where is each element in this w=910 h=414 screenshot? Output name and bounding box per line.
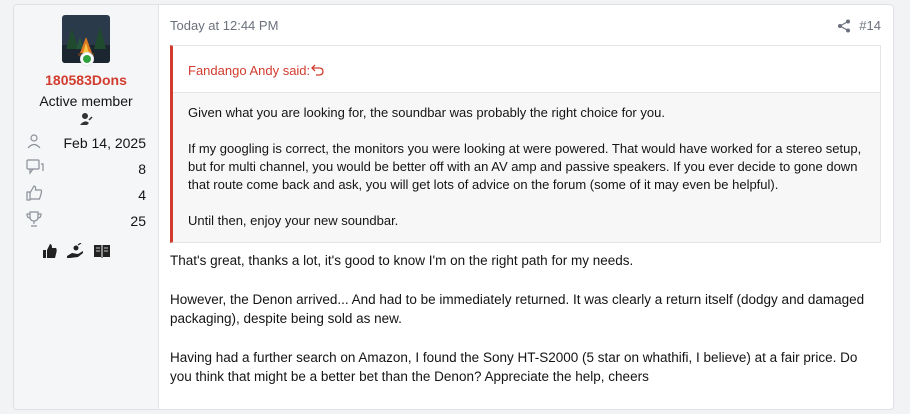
user-info-column: 180583Dons Active member Feb 14, 2025 8 [14, 5, 159, 409]
quote-content: Given what you are looking for, the soun… [188, 104, 868, 248]
post-body: That's great, thanks a lot, it's good to… [170, 251, 881, 406]
user-title: Active member [39, 93, 133, 109]
joined-date: Feb 14, 2025 [63, 135, 146, 151]
share-icon[interactable] [837, 19, 851, 33]
trophy-badges [42, 242, 132, 264]
stat-messages: 8 [14, 159, 158, 179]
message-column: Today at 12:44 PM #14 Fandango Andy said… [170, 5, 893, 409]
post-date[interactable]: Today at 12:44 PM [170, 18, 278, 33]
user-pen-icon [78, 111, 94, 127]
quote-header: Fandango Andy said: [173, 46, 880, 93]
hand-icon[interactable] [66, 242, 84, 264]
reactions-icon [26, 185, 46, 203]
book-icon[interactable] [93, 243, 111, 264]
stat-joined: Feb 14, 2025 [14, 133, 158, 153]
reaction-score: 4 [138, 187, 146, 203]
quote-block: Fandango Andy said: Given what you are l… [170, 45, 881, 243]
online-status-indicator [80, 52, 94, 66]
post-paragraph: Having had a further search on Amazon, I… [170, 350, 858, 384]
post-paragraph: However, the Denon arrived... And had to… [170, 292, 865, 326]
jump-to-quote-icon[interactable] [311, 63, 324, 76]
forum-post: 180583Dons Active member Feb 14, 2025 8 [13, 4, 894, 410]
messages-icon [26, 159, 46, 177]
stat-reactions: 4 [14, 185, 158, 205]
messages-count: 8 [138, 161, 146, 177]
stat-points: 25 [14, 211, 158, 231]
quote-paragraph: Until then, enjoy your new soundbar. [188, 213, 399, 228]
trophy-icon [26, 211, 46, 229]
quote-author[interactable]: Fandango Andy said: [188, 63, 310, 78]
username-link[interactable]: 180583Dons [14, 72, 158, 88]
thumbs-up-icon[interactable] [42, 243, 58, 264]
trophy-points: 25 [130, 213, 146, 229]
quote-paragraph: Given what you are looking for, the soun… [188, 105, 665, 120]
post-number[interactable]: #14 [859, 18, 881, 33]
quote-paragraph: If my googling is correct, the monitors … [188, 141, 862, 192]
post-paragraph: That's great, thanks a lot, it's good to… [170, 253, 634, 268]
user-icon [26, 133, 46, 151]
